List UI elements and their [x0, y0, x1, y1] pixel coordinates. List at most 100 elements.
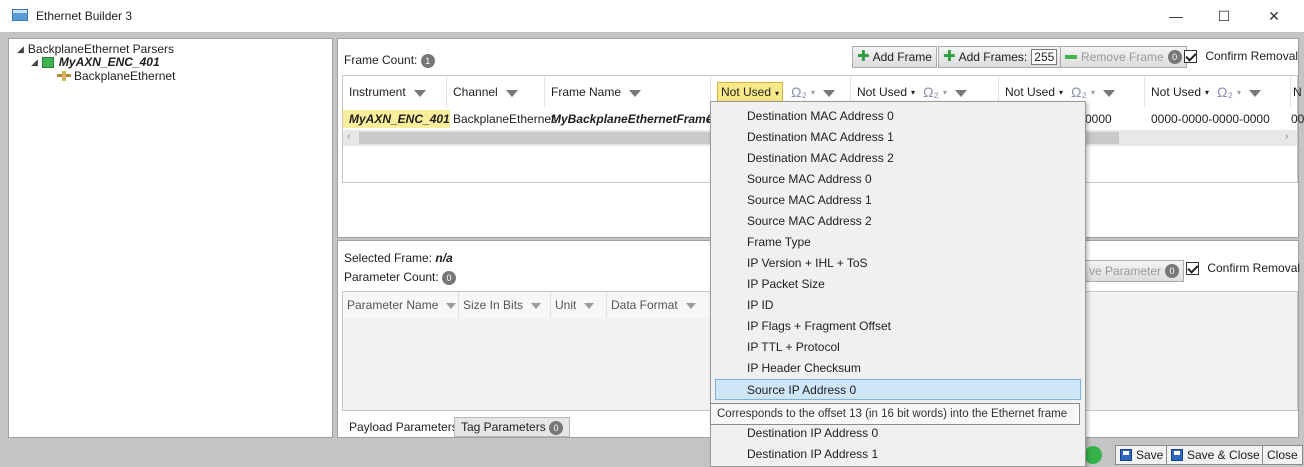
save-close-button[interactable]: Save & Close	[1166, 445, 1265, 465]
scroll-left-icon[interactable]: ‹	[347, 131, 350, 142]
filter-icon[interactable]	[584, 303, 595, 309]
menu-item[interactable]: Destination MAC Address 1	[711, 127, 1085, 148]
cell-channel[interactable]: BackplaneEthernet	[447, 110, 554, 128]
col-header-label: Not Used	[1151, 85, 1202, 99]
col-header-size-in-bits[interactable]: Size In Bits	[459, 292, 551, 318]
filter-icon[interactable]	[413, 89, 426, 97]
cell-instrument[interactable]: MyAXN_ENC_401	[343, 110, 450, 128]
menu-item[interactable]: Destination MAC Address 0	[711, 106, 1085, 127]
omega-icon[interactable]: Ω₂	[1071, 84, 1087, 100]
floppy-disk-icon	[1171, 449, 1183, 461]
menu-item[interactable]: Destination IP Address 0	[711, 423, 1085, 444]
menu-item[interactable]: IP Header Checksum	[711, 358, 1085, 379]
save-button[interactable]: Save	[1115, 445, 1169, 465]
filter-icon[interactable]	[446, 303, 457, 309]
tab-label: Payload Parameters	[349, 420, 458, 434]
col-header-channel[interactable]: Channel	[447, 76, 545, 108]
expand-triangle-icon[interactable]: ◢	[17, 44, 24, 55]
tree-root[interactable]: ◢ BackplaneEthernet Parsers	[17, 42, 174, 56]
menu-item[interactable]: IP Flags + Fragment Offset	[711, 316, 1085, 337]
col-header-partial[interactable]: N	[1291, 76, 1302, 108]
col-header-not-used-4[interactable]: Not Used ▾ Ω₂ ▾	[1145, 76, 1291, 108]
cell-partial[interactable]: 00	[1285, 110, 1304, 128]
filter-icon[interactable]	[954, 89, 967, 97]
menu-item[interactable]: Destination IP Address 1	[711, 444, 1085, 465]
col-header-instrument[interactable]: Instrument	[343, 76, 447, 108]
confirm-removal-checkbox[interactable]	[1186, 262, 1199, 276]
menu-item[interactable]: IP Packet Size	[711, 274, 1085, 295]
not-used-dropdown-active[interactable]: Not Used ▾	[717, 82, 784, 102]
remove-parameter-button[interactable]: ve Parameter 0	[1084, 260, 1185, 282]
confirm-removal-params[interactable]: Confirm Removal	[1186, 261, 1300, 276]
tree-root-label: BackplaneEthernet Parsers	[27, 42, 175, 56]
omega-icon[interactable]: Ω₂	[923, 84, 939, 100]
menu-item[interactable]: Source MAC Address 0	[711, 169, 1085, 190]
parser-tree: ◢ BackplaneEthernet Parsers ◢ MyAXN_ENC_…	[8, 38, 333, 438]
menu-item-tooltip: Corresponds to the offset 13 (in 16 bit …	[710, 403, 1080, 425]
menu-item[interactable]: Frame Type	[711, 232, 1085, 253]
col-header-label: Unit	[555, 298, 577, 312]
menu-item[interactable]: Source MAC Address 2	[711, 211, 1085, 232]
confirm-removal-frames[interactable]: Confirm Removal	[1184, 49, 1299, 64]
col-header-label: Not Used	[1005, 85, 1056, 99]
col-header-data-format[interactable]: Data Format	[607, 292, 711, 318]
remove-parameter-badge: 0	[1165, 264, 1180, 278]
confirm-removal-label: Confirm Removal	[1205, 49, 1299, 63]
add-frame-button[interactable]: ✚ Add Frame	[852, 46, 937, 68]
filter-icon[interactable]	[505, 89, 518, 97]
filter-icon[interactable]	[1102, 89, 1115, 97]
expand-triangle-icon[interactable]: ◢	[31, 57, 38, 68]
tree-instrument[interactable]: ◢ MyAXN_ENC_401	[31, 55, 160, 69]
chevron-down-icon: ▾	[1090, 87, 1095, 97]
col-header-label: Not Used	[857, 85, 908, 99]
tree-channel[interactable]: BackplaneEthernet	[57, 69, 175, 83]
cell-not-used-4[interactable]: 0000-0000-0000-0000	[1145, 110, 1270, 128]
remove-parameter-label: ve Parameter	[1089, 264, 1162, 278]
parameter-count-label: Parameter Count:	[344, 270, 439, 284]
omega-icon[interactable]: Ω₂	[791, 84, 807, 100]
close-button[interactable]: Close	[1262, 445, 1303, 465]
add-frames-count-input[interactable]: 255	[1031, 49, 1058, 65]
menu-item[interactable]: Destination MAC Address 2	[711, 148, 1085, 169]
maximize-button[interactable]: ☐	[1206, 4, 1242, 28]
col-header-unit[interactable]: Unit	[551, 292, 607, 318]
remove-frame-button[interactable]: Remove Frame 0	[1060, 46, 1187, 68]
selected-frame-label: Selected Frame:	[344, 251, 433, 265]
col-header-label: Frame Name	[551, 85, 622, 99]
filter-icon[interactable]	[531, 303, 542, 309]
menu-item[interactable]: IP TTL + Protocol	[711, 337, 1085, 358]
confirm-removal-checkbox[interactable]	[1184, 50, 1197, 64]
frame-count-badge: 1	[420, 53, 435, 68]
selected-frame: Selected Frame: n/a	[344, 251, 453, 265]
go-icon[interactable]	[1084, 446, 1102, 464]
col-header-label: Parameter Name	[347, 298, 439, 312]
filter-icon[interactable]	[1248, 89, 1261, 97]
col-header-label: Size In Bits	[463, 298, 524, 312]
chevron-down-icon: ▾	[1059, 87, 1064, 97]
plus-icon: ✚	[857, 48, 870, 65]
filter-icon[interactable]	[685, 303, 696, 309]
menu-item[interactable]: IP Version + IHL + ToS	[711, 253, 1085, 274]
col-header-label: Not Used	[721, 85, 772, 99]
menu-item[interactable]: IP ID	[711, 295, 1085, 316]
cell-frame-name[interactable]: MyBackplaneEthernetFrame	[545, 110, 712, 128]
tab-tag-parameters[interactable]: Tag Parameters 0	[454, 417, 571, 437]
add-frames-button[interactable]: ✚ Add Frames: 255	[938, 46, 1063, 68]
tag-parameters-badge: 0	[549, 420, 564, 435]
close-window-button[interactable]: ✕	[1256, 4, 1292, 28]
filter-icon[interactable]	[629, 89, 642, 97]
add-frames-label: Add Frames:	[958, 50, 1028, 64]
tab-label: Tag Parameters	[461, 420, 546, 434]
scroll-right-icon[interactable]: ›	[1285, 131, 1288, 142]
col-header-frame-name[interactable]: Frame Name	[545, 76, 711, 108]
frame-count-label: Frame Count:	[344, 53, 418, 67]
menu-item[interactable]: Source MAC Address 1	[711, 190, 1085, 211]
tab-payload-parameters[interactable]: Payload Parameters	[342, 417, 465, 437]
chevron-down-icon: ▾	[1205, 87, 1210, 97]
col-header-parameter-name[interactable]: Parameter Name	[343, 292, 459, 318]
menu-item-hovered[interactable]: Source IP Address 0	[715, 379, 1081, 400]
omega-icon[interactable]: Ω₂	[1217, 84, 1233, 100]
minimize-button[interactable]: —	[1158, 4, 1194, 28]
filter-icon[interactable]	[822, 89, 835, 97]
selected-frame-value: n/a	[435, 251, 453, 265]
